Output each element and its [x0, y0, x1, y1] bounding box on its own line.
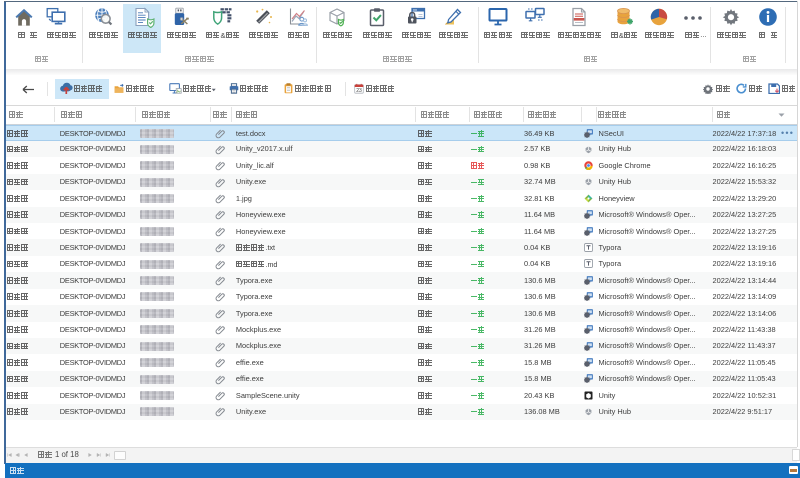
svg-text:23: 23 — [356, 88, 362, 94]
